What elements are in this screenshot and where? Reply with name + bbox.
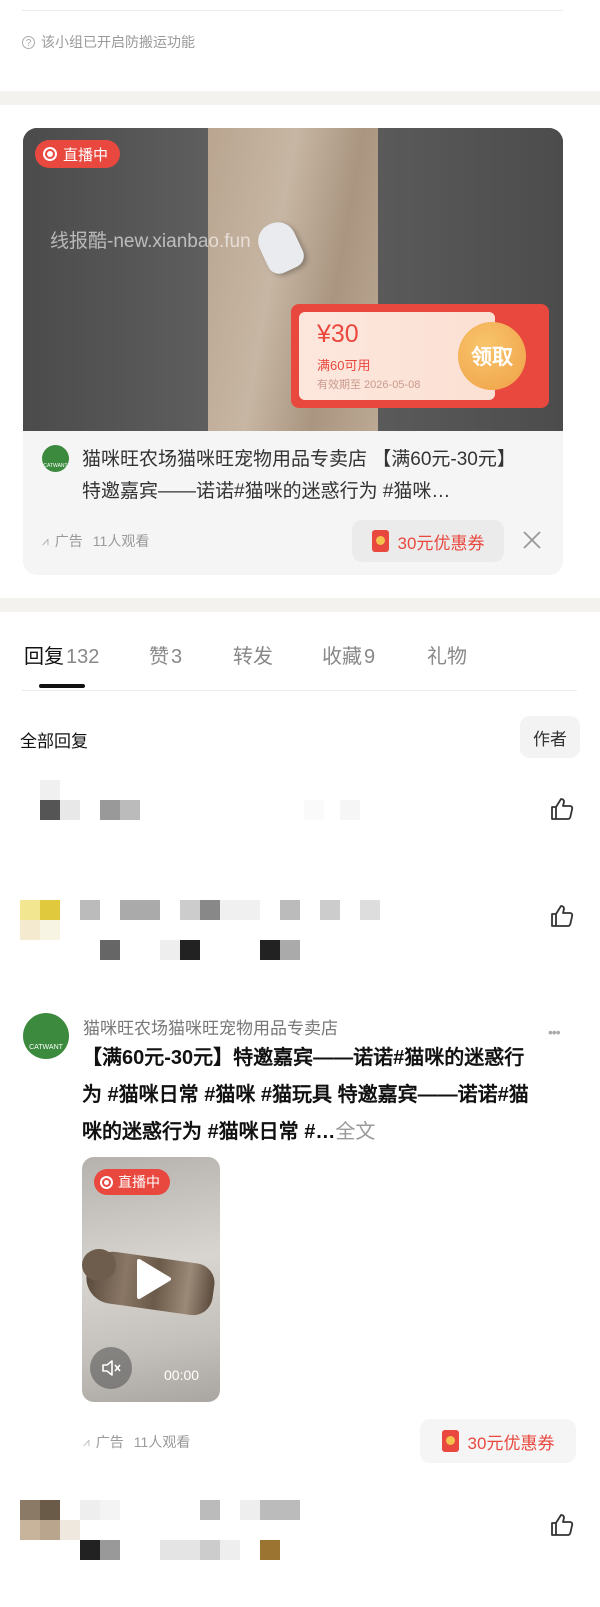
tab-forward[interactable]: 转发 [233, 640, 273, 669]
red-envelope-icon [441, 1430, 459, 1452]
shop-logo: CATWANT [42, 445, 69, 472]
mute-icon[interactable] [90, 1347, 132, 1389]
red-envelope-icon [371, 530, 389, 552]
like-icon[interactable] [549, 796, 575, 822]
tab-favorites[interactable]: 收藏 9 [322, 640, 375, 669]
view-count: 11人观看 [133, 1434, 191, 1450]
more-icon[interactable]: ••• [548, 1024, 561, 1040]
coupon-amount: ¥30 [317, 320, 359, 348]
section-separator [0, 598, 600, 612]
play-icon[interactable] [129, 1257, 173, 1301]
redacted-text [100, 800, 120, 820]
notice-text: 该小组已开启防搬运功能 [41, 34, 195, 50]
full-text-link[interactable]: 全文 [335, 1121, 375, 1143]
tab-gifts-label: 礼物 [427, 646, 467, 668]
live-badge: 直播中 [94, 1169, 170, 1195]
tab-favorites-count: 9 [364, 646, 376, 668]
avatar [40, 780, 60, 800]
ad-meta: ⩘ 广告 11人观看 [83, 1432, 190, 1452]
ad-description[interactable]: 猫咪旺农场猫咪旺宠物用品专卖店 【满60元-30元】特邀嘉宾——诺诺#猫咪的迷惑… [82, 444, 524, 508]
ad-wave-icon: ⩘ [42, 533, 49, 548]
like-icon[interactable] [549, 903, 575, 929]
coupon-pill-label: 30元优惠券 [467, 1433, 555, 1453]
coupon-pill-button[interactable]: 30元优惠券 [352, 520, 504, 562]
view-count: 11人观看 [92, 533, 150, 549]
close-icon[interactable] [520, 528, 544, 552]
claim-coupon-button[interactable]: 领取 [458, 322, 526, 390]
coupon-condition: 满60可用 [317, 358, 371, 373]
ad-video-preview[interactable]: 直播中 线报酷-new.xianbao.fun ¥30 满60可用 有效期至 2… [23, 128, 563, 431]
coupon-pill-button[interactable]: 30元优惠券 [420, 1419, 576, 1463]
coupon-pill-label: 30元优惠券 [397, 533, 485, 553]
avatar-text: CATWANT [29, 1044, 63, 1051]
divider [22, 690, 577, 691]
tab-gifts[interactable]: 礼物 [427, 640, 467, 669]
ad-label: 广告 [95, 1434, 124, 1450]
video-time: 00:00 [164, 1367, 200, 1383]
avatar [20, 1500, 40, 1520]
shop-logo-text: CATWANT [43, 463, 68, 469]
post-body[interactable]: 【满60元-30元】特邀嘉宾——诺诺#猫咪的迷惑行为 #猫咪日常 #猫咪 #猫玩… [82, 1040, 542, 1151]
live-badge-label: 直播中 [118, 1174, 160, 1190]
divider [22, 10, 563, 11]
ad-label: 广告 [54, 533, 83, 549]
post-author[interactable]: 猫咪旺农场猫咪旺宠物用品专卖店 [83, 1014, 338, 1039]
post-body-text: 【满60元-30元】特邀嘉宾——诺诺#猫咪的迷惑行为 #猫咪日常 #猫咪 #猫玩… [82, 1047, 529, 1143]
redacted-text [80, 1500, 100, 1520]
live-dot-icon [43, 147, 57, 161]
coupon-card[interactable]: ¥30 满60可用 有效期至 2026-05-08 领取 [291, 304, 549, 408]
tab-replies-label: 回复 [24, 646, 64, 668]
avatar [20, 900, 40, 920]
avatar[interactable]: CATWANT [23, 1013, 69, 1059]
live-dot-icon [100, 1175, 113, 1189]
tab-bar: 回复 132 赞3 转发 收藏 9 礼物 [0, 640, 600, 680]
tab-forward-label: 转发 [233, 646, 273, 668]
tab-likes[interactable]: 赞3 [149, 640, 182, 669]
watermark: 线报酷-new.xianbao.fun [50, 231, 251, 252]
section-separator [0, 91, 600, 105]
all-replies-title: 全部回复 [20, 732, 88, 751]
tab-replies[interactable]: 回复 132 [24, 640, 99, 669]
question-icon: ? [22, 35, 35, 49]
coupon-expiry: 有效期至 2026-05-08 [317, 379, 421, 391]
ad-card[interactable]: 直播中 线报酷-new.xianbao.fun ¥30 满60可用 有效期至 2… [23, 128, 563, 575]
video-thumbnail[interactable]: 直播中 00:00 [82, 1157, 220, 1402]
live-badge: 直播中 [35, 140, 121, 168]
author-filter-button[interactable]: 作者 [520, 716, 580, 758]
anti-repost-notice: ? 该小组已开启防搬运功能 [22, 32, 195, 52]
ad-wave-icon: ⩘ [83, 1434, 90, 1449]
tab-likes-count: 3 [171, 646, 183, 668]
tab-replies-count: 132 [66, 646, 100, 668]
ad-meta: ⩘ 广告 11人观看 [42, 531, 149, 551]
tab-likes-label: 赞 [149, 646, 169, 668]
tab-favorites-label: 收藏 [322, 646, 362, 668]
like-icon[interactable] [549, 1512, 575, 1538]
live-badge-label: 直播中 [63, 146, 109, 164]
redacted-text [80, 900, 100, 920]
tab-active-indicator [39, 684, 85, 688]
